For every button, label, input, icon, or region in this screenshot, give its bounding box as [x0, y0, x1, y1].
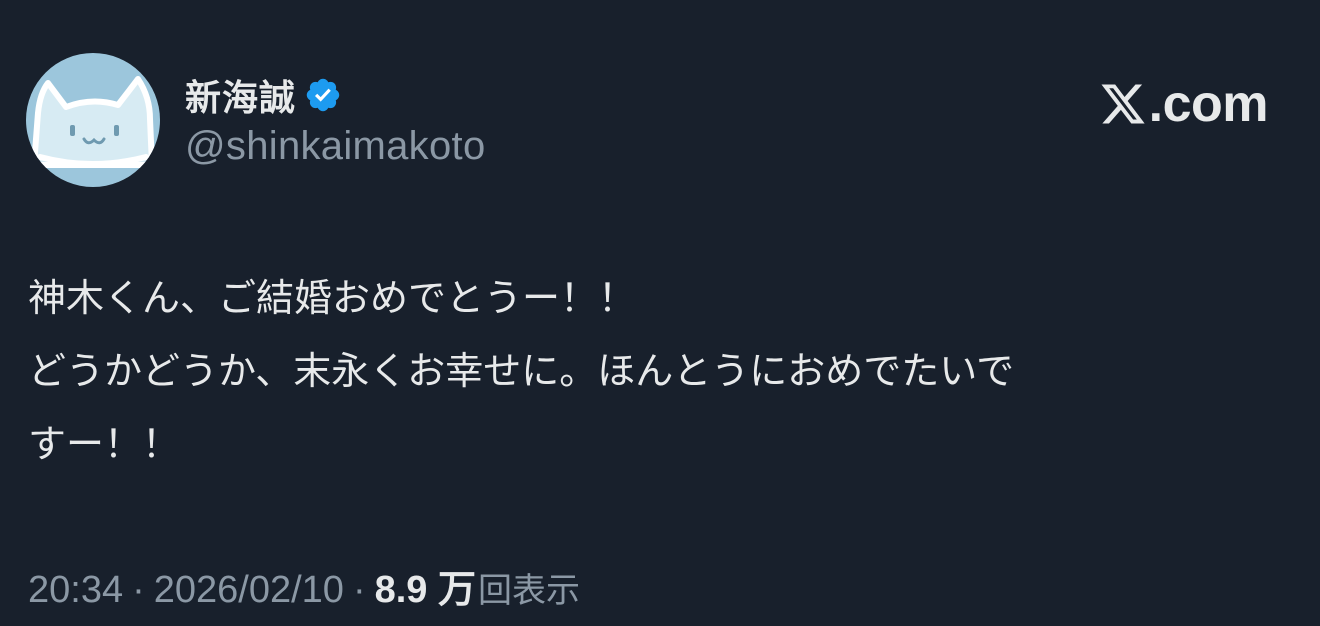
views-label: 回表示	[477, 571, 580, 611]
views-count[interactable]: 8.9 万	[375, 558, 476, 613]
x-logo-icon	[1101, 84, 1145, 124]
author-name-row: 新海誠	[185, 69, 342, 121]
tweet-card: 新海誠 @shinkaimakoto .com 神木くん、ご結婚おめでとうー！！…	[0, 0, 1320, 626]
tweet-text-line: どうかどうか、末永くお幸せに。ほんとうにおめでたいで	[28, 349, 1015, 393]
meta-separator: ·	[352, 569, 366, 611]
tweet-time[interactable]: 20:34	[28, 569, 123, 612]
site-brand: .com	[1099, 74, 1269, 134]
meta-separator: ·	[132, 569, 145, 611]
tweet-text-line: すー！！	[28, 422, 181, 466]
display-name[interactable]: 新海誠	[185, 69, 296, 121]
tweet-meta: 20:34 · 2026/02/10 · 8.9 万 回表示	[28, 558, 580, 613]
cat-face-avatar-icon	[31, 76, 155, 168]
verified-badge-icon	[306, 78, 340, 112]
site-domain-text: .com	[1148, 75, 1269, 133]
tweet-text: 神木くん、ご結婚おめでとうー！！ どうかどうか、末永くお幸せに。ほんとうにおめで…	[28, 262, 1298, 481]
avatar[interactable]	[26, 53, 160, 187]
author-handle[interactable]: @shinkaimakoto	[185, 124, 486, 169]
tweet-date[interactable]: 2026/02/10	[154, 569, 344, 612]
tweet-text-line: 神木くん、ご結婚おめでとうー！！	[28, 276, 637, 320]
